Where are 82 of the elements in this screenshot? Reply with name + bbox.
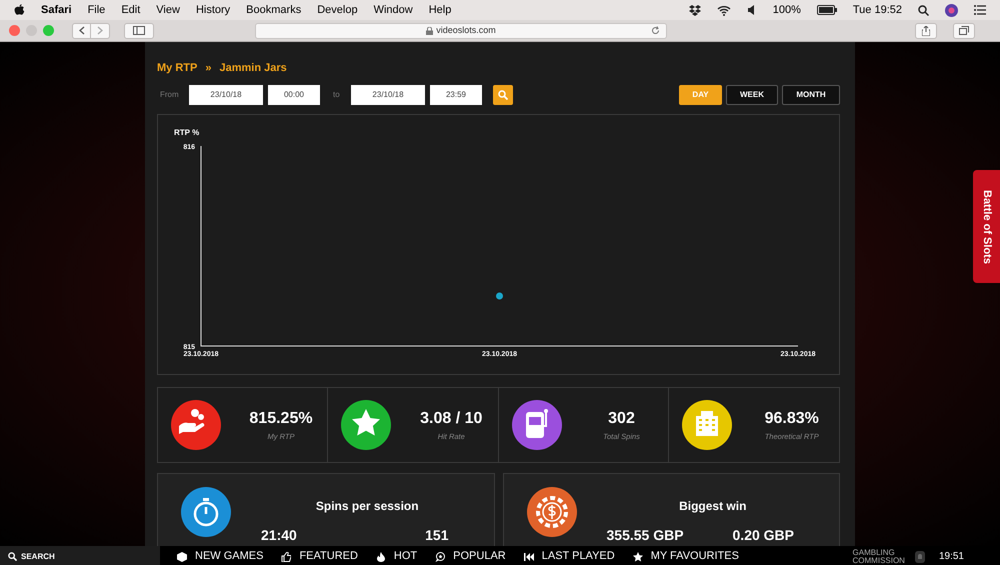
list-icon <box>974 5 986 15</box>
menu-clock[interactable]: Tue 19:52 <box>852 2 902 18</box>
zoom-icon <box>43 25 54 36</box>
building-icon <box>682 400 732 450</box>
breadcrumb-link[interactable]: Jammin Jars <box>219 60 287 76</box>
regulator-logo-text: COMMISSION <box>852 556 905 564</box>
app-menu[interactable]: Safari <box>41 2 72 18</box>
nav-link[interactable]: MY FAVOURITES <box>632 548 739 565</box>
chevron-left-icon <box>78 26 84 35</box>
thumbs-up-icon <box>281 552 292 562</box>
axis-title: RTP % <box>174 128 200 136</box>
menu-item[interactable]: Develop <box>317 2 358 18</box>
breadcrumb-separator: » <box>205 61 212 76</box>
sidebar-icon <box>133 26 145 35</box>
session-clock: 19:51 <box>938 550 964 564</box>
speech-bubble-icon <box>435 552 446 562</box>
slot-machine-icon <box>512 400 562 450</box>
time-field[interactable]: 23:59 <box>430 84 482 104</box>
chevron-right-icon <box>97 26 103 35</box>
regulator-logo-text: GAMBLING <box>852 548 896 556</box>
card-value: 21:40 <box>261 526 297 544</box>
date-field[interactable]: 23/10/18 <box>351 84 425 104</box>
menu-item[interactable]: Window <box>374 2 413 18</box>
reload-icon <box>651 26 660 35</box>
bell-icon <box>914 550 925 562</box>
casino-chip-icon <box>526 486 576 536</box>
tabs-icon <box>959 26 969 35</box>
card-title: Biggest win <box>678 498 748 514</box>
share-button[interactable] <box>915 22 937 38</box>
sidebar-button[interactable] <box>124 22 154 38</box>
url-text: videoslots.com <box>436 24 496 37</box>
breadcrumb-link[interactable]: My RTP <box>157 60 198 76</box>
nav-link[interactable]: HOT <box>376 548 418 565</box>
stat-value: 302 <box>608 408 635 429</box>
nav-link[interactable]: FEATURED <box>281 548 358 565</box>
wifi-icon <box>716 4 731 16</box>
menu-item[interactable]: Help <box>428 2 452 18</box>
stat-value: 3.08 / 10 <box>420 408 482 429</box>
star-icon <box>632 552 643 562</box>
menu-item[interactable]: History <box>196 2 230 18</box>
speaker-icon <box>746 5 757 15</box>
search-icon <box>498 90 508 100</box>
card-title: Spins per session <box>314 498 420 514</box>
nav-link[interactable]: POPULAR <box>435 548 506 565</box>
date-field[interactable]: 23/10/18 <box>189 84 263 104</box>
battery-percentage: 100% <box>772 2 801 18</box>
tabs-button[interactable] <box>953 22 975 38</box>
menu-item[interactable]: File <box>88 2 106 18</box>
search-icon <box>918 4 929 16</box>
nav-link[interactable]: NEW GAMES <box>177 548 264 565</box>
address-bar[interactable]: videoslots.com <box>255 22 667 38</box>
nav-link[interactable]: LAST PLAYED <box>524 548 615 565</box>
dropbox-icon <box>688 4 701 16</box>
data-point <box>496 292 503 299</box>
time-field[interactable]: 00:00 <box>268 84 320 104</box>
search-button[interactable] <box>493 84 513 104</box>
card-value: 151 <box>425 526 448 544</box>
rewind-icon <box>524 552 534 562</box>
close-icon <box>9 25 20 36</box>
back-button[interactable] <box>72 22 91 38</box>
card-value: 0.20 GBP <box>732 526 794 544</box>
menu-item[interactable]: View <box>156 2 180 18</box>
flame-icon <box>376 552 386 562</box>
search-icon <box>8 552 17 561</box>
menu-item[interactable]: Edit <box>121 2 140 18</box>
search-button[interactable]: SEARCH <box>0 546 160 565</box>
share-icon <box>922 26 930 36</box>
apple-icon <box>14 4 25 16</box>
stopwatch-icon <box>181 486 231 536</box>
period-tab[interactable]: MONTH <box>782 84 840 104</box>
battery-icon <box>816 5 837 15</box>
stat-value: 96.83% <box>764 408 819 429</box>
from-label: From <box>159 88 180 100</box>
stat-value: 815.25% <box>249 408 313 429</box>
hand-coin-icon <box>171 400 221 450</box>
siri-icon <box>945 4 958 16</box>
to-label: to <box>333 88 341 100</box>
side-tab[interactable]: Battle of Slots <box>973 170 1000 283</box>
lock-icon <box>426 26 434 34</box>
menu-item[interactable]: Bookmarks <box>246 2 302 18</box>
card-value: 355.55 GBP <box>606 526 684 544</box>
period-tab[interactable]: WEEK <box>726 84 778 104</box>
